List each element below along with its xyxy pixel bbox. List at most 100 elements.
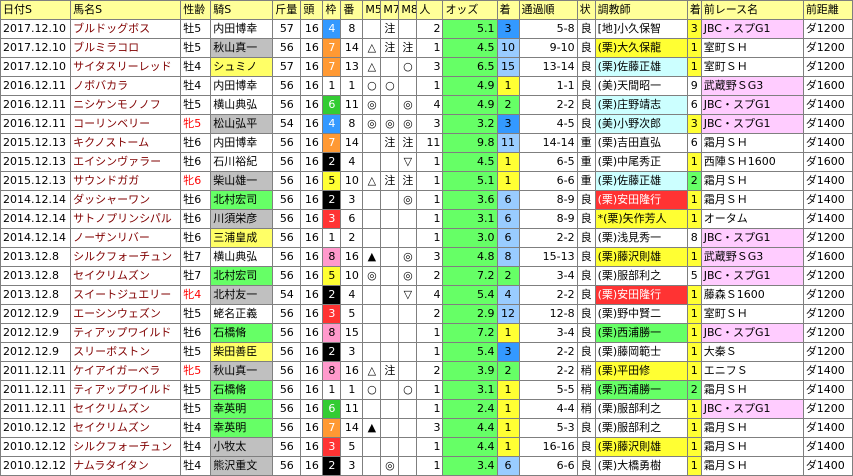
column-header[interactable]: 馬名S (70, 0, 182, 20)
prev-finish-cell: 1 (686, 323, 702, 343)
passing-order-cell: 6-6 (518, 171, 578, 191)
number-cell: 3 (340, 190, 364, 210)
sex-age-cell: 牡4 (180, 437, 212, 457)
horse-name-cell: サウンドガガ (70, 171, 182, 191)
header-row: 日付S 馬名S 性齢 騎S 斤量頭枠番 M5 M7 M8 人オッズ着通過順状調教師着前レース名前… (0, 0, 853, 20)
sex-age-cell: 牡6 (180, 323, 212, 343)
sex-age-cell: 牡5 (180, 342, 212, 362)
column-header[interactable]: 日付S (0, 0, 72, 20)
weight-cell: 57 (272, 19, 302, 39)
column-header[interactable]: オッズ (442, 0, 498, 20)
finish-cell: 6 (496, 209, 520, 229)
heads-cell: 16 (300, 95, 324, 115)
mark7-cell (380, 57, 400, 77)
prev-distance-cell: ダ1400 (802, 95, 853, 115)
weight-cell: 56 (272, 190, 302, 210)
column-header[interactable]: 番 (340, 0, 364, 20)
sex-age-cell: 牡6 (180, 228, 212, 248)
frame-cell: 4 (322, 114, 342, 134)
column-header[interactable]: 調教師 (594, 0, 688, 20)
weight-cell: 56 (272, 266, 302, 286)
column-header[interactable]: M7 (380, 0, 400, 20)
horse-name-cell: ケイアイガーベラ (70, 361, 182, 381)
trainer-cell: (栗)西浦勝一 (594, 323, 688, 343)
mark5-cell: ◎ (362, 114, 382, 134)
mark7-cell (380, 266, 400, 286)
passing-order-cell: 15-13 (518, 247, 578, 267)
column-header[interactable]: 斤量 (272, 0, 302, 20)
mark8-cell (398, 418, 418, 438)
mark8-cell (398, 19, 418, 39)
date-cell: 2011.12.11 (0, 380, 72, 400)
column-header[interactable]: 前レース名 (700, 0, 804, 20)
heads-cell: 16 (300, 285, 324, 305)
number-cell: 3 (340, 456, 364, 476)
sex-age-cell: 牡5 (180, 399, 212, 419)
popularity-cell: 2 (416, 266, 444, 286)
finish-cell: 6 (496, 456, 520, 476)
mark7-cell (380, 190, 400, 210)
passing-order-cell: 8-9 (518, 209, 578, 229)
track-condition-cell: 稍 (576, 380, 596, 400)
heads-cell: 16 (300, 456, 324, 476)
horse-name-cell: ニシケンモノノフ (70, 95, 182, 115)
number-cell: 11 (340, 95, 364, 115)
trainer-cell: (美)天間昭一 (594, 76, 688, 96)
finish-cell: 4 (496, 285, 520, 305)
column-header[interactable]: 枠 (322, 0, 342, 20)
sex-age-cell: 牡7 (180, 247, 212, 267)
mark7-cell: ◎ (380, 114, 400, 134)
prev-finish-cell: 5 (686, 266, 702, 286)
finish-cell: 12 (496, 304, 520, 324)
odds-cell: 4.9 (442, 95, 498, 115)
mark5-cell: △ (362, 361, 382, 381)
column-header[interactable]: 前距離 (802, 0, 853, 20)
prev-race-cell: 室町ＳＨ (700, 57, 804, 77)
prev-distance-cell: ダ1400 (802, 114, 853, 134)
mark7-cell (380, 380, 400, 400)
column-header[interactable]: 頭 (300, 0, 324, 20)
prev-finish-cell: 1 (686, 247, 702, 267)
horse-name-cell: セイクリムズン (70, 399, 182, 419)
column-header[interactable]: 性齢 (180, 0, 212, 20)
column-header[interactable]: 通過順 (518, 0, 578, 20)
frame-cell: 3 (322, 304, 342, 324)
odds-cell: 9.8 (442, 133, 498, 153)
prev-distance-cell: ダ1400 (802, 171, 853, 191)
column-header[interactable]: 状 (576, 0, 596, 20)
heads-cell: 16 (300, 266, 324, 286)
finish-cell: 11 (496, 133, 520, 153)
frame-cell: 6 (322, 95, 342, 115)
prev-distance-cell: ダ1200 (802, 38, 853, 58)
odds-cell: 3.1 (442, 380, 498, 400)
finish-cell: 1 (496, 152, 520, 172)
mark5-cell (362, 19, 382, 39)
table-row: 2015.12.13 キクノストーム 牡6 内田博幸 56 16 7 14 注注 11 9.8 11 1… (0, 133, 853, 153)
column-header[interactable]: M8 (398, 0, 418, 20)
column-header[interactable]: M5 (362, 0, 382, 20)
number-cell: 1 (340, 76, 364, 96)
mark8-cell: ▽ (398, 152, 418, 172)
horse-name-cell: スイートジュエリー (70, 285, 182, 305)
horse-name-cell: ナムラタイタン (70, 456, 182, 476)
horse-name-cell: ブルドッグボス (70, 19, 182, 39)
frame-cell: 5 (322, 266, 342, 286)
prev-distance-cell: ダ1400 (802, 133, 853, 153)
trainer-cell: (栗)中尾秀正 (594, 152, 688, 172)
prev-race-cell: 霜月ＳＨ (700, 171, 804, 191)
column-header[interactable]: 着 (686, 0, 702, 20)
passing-order-cell: 5-5 (518, 380, 578, 400)
prev-race-cell: JBC・スプG1 (700, 114, 804, 134)
prev-finish-cell: 8 (686, 228, 702, 248)
popularity-cell: 4 (416, 95, 444, 115)
trainer-cell: (栗)野中賢二 (594, 304, 688, 324)
mark8-cell (398, 361, 418, 381)
column-header[interactable]: 人 (416, 0, 444, 20)
prev-race-cell: 西陣ＳＨ1600 (700, 152, 804, 172)
prev-finish-cell: 6 (686, 95, 702, 115)
popularity-cell: 1 (416, 342, 444, 362)
trainer-cell: [地]小久保智 (594, 19, 688, 39)
column-header[interactable]: 騎S (210, 0, 274, 20)
number-cell: 8 (340, 19, 364, 39)
column-header[interactable]: 着 (496, 0, 520, 20)
